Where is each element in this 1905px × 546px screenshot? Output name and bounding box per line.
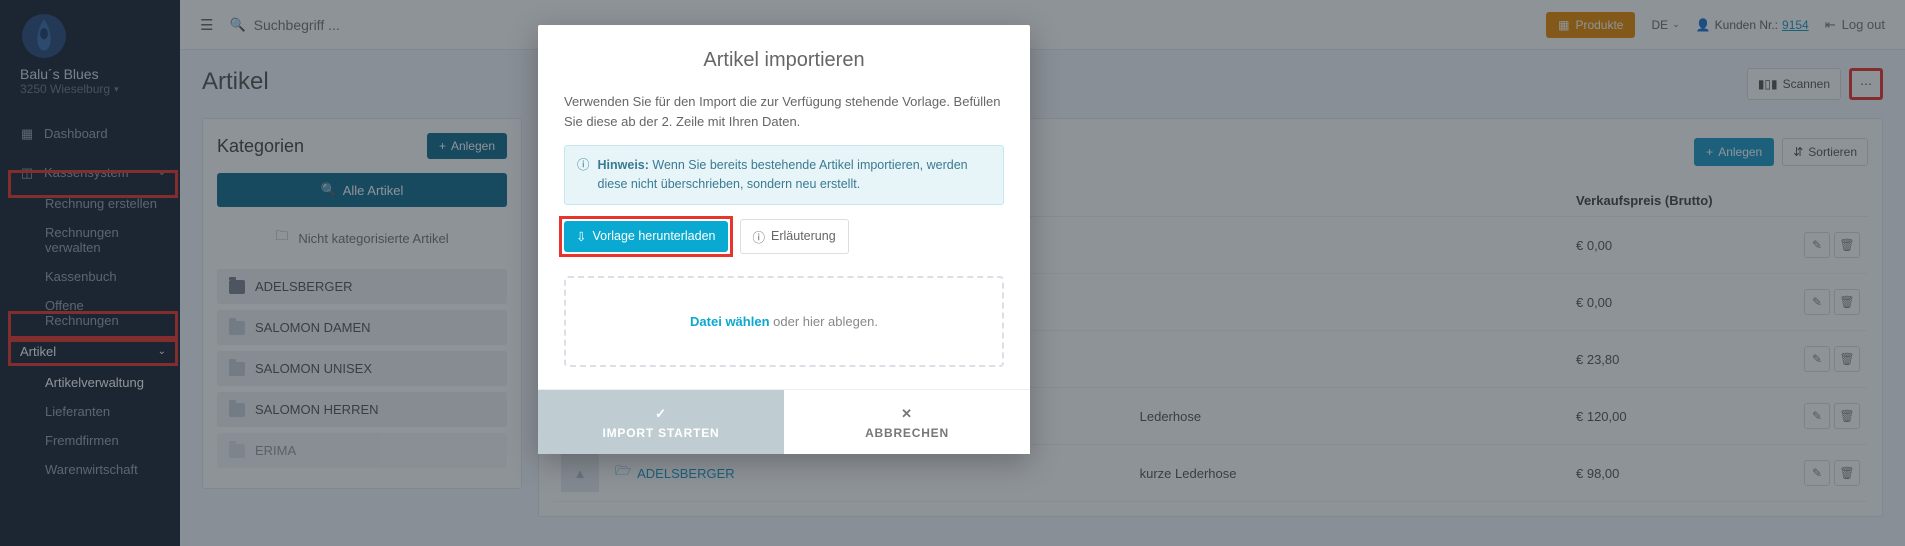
download-template-button[interactable]: ⇩ Vorlage herunterladen (564, 221, 728, 252)
info-icon: ⓘ (577, 156, 590, 175)
import-modal: Artikel importieren Verwenden Sie für de… (538, 25, 1030, 454)
check-icon: ✓ (548, 406, 774, 422)
download-icon: ⇩ (576, 229, 586, 244)
close-icon: ✕ (794, 406, 1020, 422)
modal-footer: ✓ IMPORT STARTEN ✕ ABBRECHEN (538, 389, 1030, 454)
explanation-button[interactable]: ⓘ Erläuterung (740, 219, 849, 254)
modal-intro: Verwenden Sie für den Import die zur Ver… (564, 92, 1004, 131)
hint-box: ⓘ Hinweis: Wenn Sie bereits bestehende A… (564, 145, 1004, 205)
choose-file-link[interactable]: Datei wählen (690, 314, 769, 329)
file-dropzone[interactable]: Datei wählen oder hier ablegen. (564, 276, 1004, 368)
explanation-label: Erläuterung (771, 229, 836, 243)
cancel-button[interactable]: ✕ ABBRECHEN (784, 390, 1030, 454)
hint-label: Hinweis: (598, 158, 649, 172)
modal-title: Artikel importieren (538, 25, 1030, 92)
cancel-label: ABBRECHEN (865, 426, 949, 440)
import-start-label: IMPORT STARTEN (603, 426, 720, 440)
import-start-button[interactable]: ✓ IMPORT STARTEN (538, 390, 784, 454)
dropzone-text: oder hier ablegen. (770, 314, 878, 329)
modal-actions-row: ⇩ Vorlage herunterladen ⓘ Erläuterung (564, 219, 1004, 254)
info-icon: ⓘ (753, 227, 766, 246)
hint-text: Wenn Sie bereits bestehende Artikel impo… (598, 158, 968, 191)
download-template-label: Vorlage herunterladen (592, 229, 715, 243)
